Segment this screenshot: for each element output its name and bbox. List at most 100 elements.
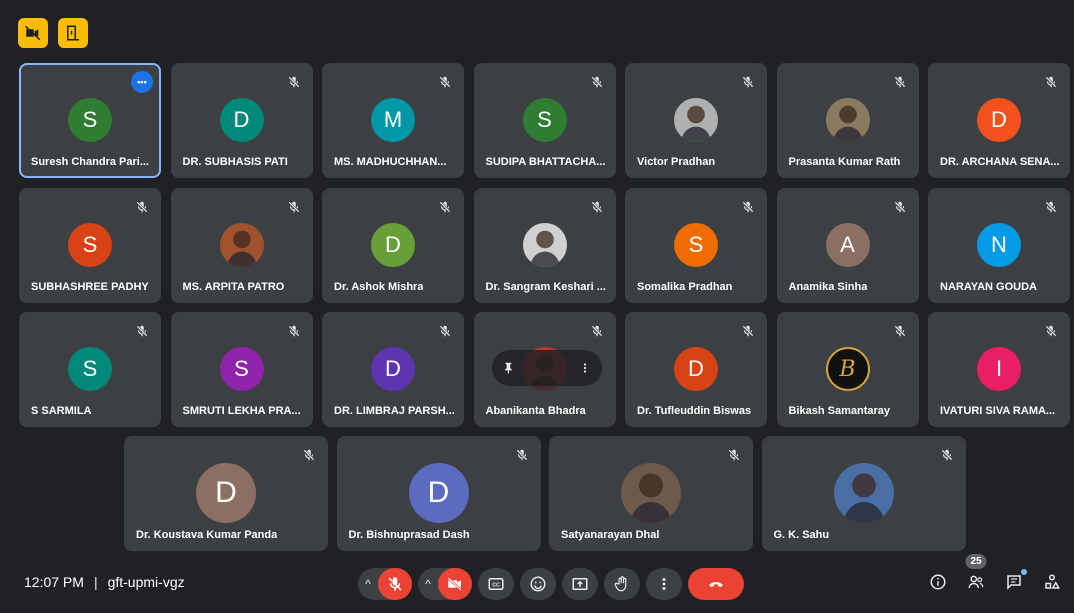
tile-more-options-button[interactable]: ••• — [131, 71, 153, 93]
mic-muted-icon — [737, 320, 759, 342]
people-button[interactable]: 25 — [965, 554, 987, 592]
participant-name: Suresh Chandra Pari... — [31, 156, 149, 168]
participant-name: G. K. Sahu — [773, 529, 830, 541]
chat-button[interactable] — [1004, 569, 1027, 592]
participant-name: DR. SUBHASIS PATI — [182, 156, 288, 168]
participant-tile[interactable]: D Dr. Bishnuprasad Dash — [336, 436, 541, 551]
leave-call-button[interactable] — [688, 568, 744, 600]
participant-tile[interactable]: S SUBHASHREE PADHY — [19, 187, 161, 303]
mic-toggle-button[interactable] — [378, 568, 412, 600]
participant-tile[interactable]: B Bikash Samantaray — [776, 312, 919, 427]
mic-muted-icon — [283, 196, 305, 218]
participant-name: Somalika Pradhan — [637, 280, 733, 293]
present-button[interactable] — [562, 568, 598, 600]
participant-tile[interactable]: ••• S Suresh Chandra Pari... — [19, 63, 161, 178]
hand-icon — [614, 576, 627, 592]
closed-captions-icon: CC — [488, 578, 504, 590]
participant-name: Satyanarayan Dhal — [561, 529, 660, 541]
mic-muted-icon — [283, 71, 305, 93]
participant-name: SMRUTI LEKHA PRA... — [182, 405, 301, 417]
participant-avatar: S — [68, 98, 112, 142]
mic-muted-icon — [131, 320, 153, 342]
more-vert-icon[interactable] — [578, 361, 592, 375]
participant-tile[interactable]: Satyanarayan Dhal — [549, 436, 753, 551]
participant-avatar: S — [68, 222, 112, 267]
participant-photo — [219, 222, 264, 267]
mic-muted-icon — [1040, 320, 1062, 342]
participant-avatar: D — [371, 222, 415, 267]
participant-name: DR. ARCHANA SENA... — [940, 156, 1060, 168]
participant-tile[interactable]: N NARAYAN GOUDA — [928, 187, 1070, 303]
participant-name: MS. ARPITA PATRO — [182, 280, 285, 293]
mic-muted-icon — [723, 444, 745, 466]
mic-muted-icon — [434, 71, 456, 93]
meeting-code: gft-upmi-vgz — [107, 574, 185, 590]
mic-muted-icon — [889, 196, 911, 218]
mic-muted-icon — [889, 320, 911, 342]
participant-tile[interactable]: D DR. LIMBRAJ PARSH... — [322, 312, 464, 427]
mic-muted-icon — [511, 444, 533, 466]
participant-name: Anamika Sinha — [788, 280, 868, 293]
participant-tile[interactable]: S S SARMILA — [19, 312, 161, 427]
camera-options-chevron-icon[interactable]: ^ — [418, 577, 438, 591]
participant-tile[interactable]: D DR. ARCHANA SENA... — [928, 63, 1070, 178]
participant-tile[interactable]: D Dr. Ashok Mishra — [322, 187, 464, 303]
mic-options-chevron-icon[interactable]: ^ — [358, 577, 378, 591]
participant-tile[interactable]: MS. ARPITA PATRO — [170, 187, 313, 303]
participant-tile[interactable]: S SMRUTI LEKHA PRA... — [170, 312, 313, 427]
raise-hand-button[interactable] — [604, 568, 640, 600]
participant-tile[interactable]: A Anamika Sinha — [776, 187, 919, 303]
participant-name: Bikash Samantaray — [788, 405, 891, 417]
mic-muted-icon — [737, 71, 759, 93]
people-icon — [968, 575, 984, 589]
participant-tile[interactable]: Dr. Sangram Keshari ... — [473, 187, 616, 303]
participant-name: Dr. Tufleuddin Biswas — [637, 405, 752, 417]
participant-avatar: D — [674, 347, 718, 391]
meeting-details-button[interactable] — [928, 572, 948, 592]
hang-up-icon — [709, 581, 723, 587]
bottom-bar: 12:07 PM | gft-upmi-vgz ^ ^ CC 25 — [0, 554, 1074, 613]
participant-tile[interactable]: S SUDIPA BHATTACHA... — [473, 63, 616, 178]
participant-photo — [621, 463, 681, 523]
call-controls: ^ ^ CC — [358, 568, 744, 600]
participant-avatar: S — [219, 347, 264, 391]
participant-photo — [522, 222, 567, 267]
participant-tile[interactable]: S Somalika Pradhan — [625, 187, 767, 303]
participant-tile[interactable]: Abanikanta Bhadra — [473, 312, 616, 427]
camera-toggle-button[interactable] — [438, 568, 472, 600]
camera-control: ^ — [418, 568, 472, 600]
participant-name: Dr. Ashok Mishra — [334, 280, 424, 293]
activities-button[interactable] — [1042, 572, 1062, 592]
mic-muted-icon — [434, 320, 456, 342]
svg-text:CC: CC — [492, 582, 500, 588]
mic-muted-icon — [586, 320, 608, 342]
participant-tile[interactable]: G. K. Sahu — [761, 436, 966, 551]
participant-tile[interactable]: Victor Pradhan — [625, 63, 767, 178]
tile-hover-controls — [491, 350, 602, 386]
more-vert-icon — [662, 578, 666, 590]
participant-tile[interactable]: I IVATURI SIVA RAMA... — [928, 312, 1070, 427]
activities-shapes-icon — [1045, 574, 1061, 589]
present-screen-icon — [572, 578, 588, 590]
participant-avatar: S — [674, 222, 718, 267]
participant-tile[interactable]: Prasanta Kumar Rath — [776, 63, 919, 178]
participant-name: IVATURI SIVA RAMA... — [940, 405, 1056, 417]
reactions-button[interactable] — [520, 568, 556, 600]
captions-button[interactable]: CC — [478, 568, 514, 600]
participant-tile[interactable]: M MS. MADHUCHHAN... — [322, 63, 464, 178]
mic-muted-icon — [586, 196, 608, 218]
participant-avatar: N — [977, 222, 1021, 267]
chat-icon — [1007, 575, 1021, 590]
participant-name: Prasanta Kumar Rath — [788, 156, 901, 168]
mic-off-icon — [388, 577, 402, 591]
participant-tile[interactable]: D Dr. Koustava Kumar Panda — [124, 436, 328, 551]
participant-avatar: D — [219, 98, 264, 142]
participant-avatar: I — [977, 347, 1021, 391]
more-options-button[interactable] — [646, 568, 682, 600]
participant-name: Dr. Bishnuprasad Dash — [348, 529, 470, 541]
side-panel-controls: 25 — [928, 554, 1062, 592]
participant-tile[interactable]: D DR. SUBHASIS PATI — [170, 63, 313, 178]
pin-icon[interactable] — [502, 361, 516, 375]
participant-count-badge: 25 — [965, 554, 987, 569]
participant-tile[interactable]: D Dr. Tufleuddin Biswas — [625, 312, 767, 427]
